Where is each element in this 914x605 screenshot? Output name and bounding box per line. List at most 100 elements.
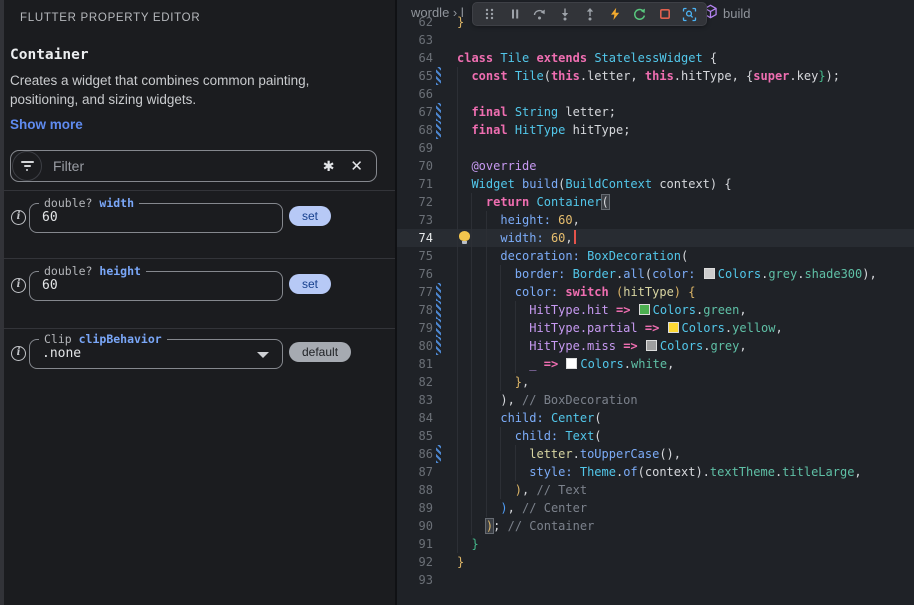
modified-line-marker xyxy=(436,67,441,85)
indent-guide xyxy=(471,409,472,427)
code-line[interactable]: 69 xyxy=(397,139,914,157)
gutter-spacer xyxy=(436,85,441,103)
code-line[interactable]: 83 ), // BoxDecoration xyxy=(397,391,914,409)
pause-icon[interactable] xyxy=(504,4,525,24)
property-value-dropdown[interactable]: Clip clipBehavior.none xyxy=(29,339,283,369)
info-icon[interactable]: i xyxy=(11,210,26,225)
stop-icon[interactable] xyxy=(654,4,675,24)
property-value-input[interactable] xyxy=(42,273,247,299)
token: 60 xyxy=(551,231,565,245)
code-line[interactable]: 64class Tile extends StatelessWidget { xyxy=(397,49,914,67)
modified-line-marker xyxy=(436,319,441,337)
code-line[interactable]: 84 child: Center( xyxy=(397,409,914,427)
info-icon[interactable]: i xyxy=(11,278,26,293)
token: . xyxy=(624,357,631,371)
code-text: decoration: BoxDecoration( xyxy=(457,247,914,265)
code-line[interactable]: 79 HitType.partial => Colors.yellow, xyxy=(397,319,914,337)
token: extends xyxy=(537,51,588,65)
indent-guide xyxy=(471,391,472,409)
token: String xyxy=(515,105,558,119)
code-line[interactable]: 93 xyxy=(397,571,914,589)
indent-guide xyxy=(471,355,472,373)
info-icon[interactable]: i xyxy=(11,346,26,361)
code-line[interactable]: 88 ), // Text xyxy=(397,481,914,499)
step-over-icon[interactable] xyxy=(529,4,550,24)
code-line[interactable]: 65 const Tile(this.letter, this.hitType,… xyxy=(397,67,914,85)
token xyxy=(609,303,616,317)
code-line[interactable]: 78 HitType.hit => Colors.green, xyxy=(397,301,914,319)
restart-icon[interactable] xyxy=(629,4,650,24)
code-line[interactable]: 67 final String letter; xyxy=(397,103,914,121)
indent-guide xyxy=(457,463,458,481)
clear-filter-icon[interactable]: ✕ xyxy=(350,157,363,175)
code-line[interactable]: 68 final HitType hitType; xyxy=(397,121,914,139)
token: // Center xyxy=(522,501,587,515)
token: Theme xyxy=(580,465,616,479)
code-line[interactable]: 75 decoration: BoxDecoration( xyxy=(397,247,914,265)
hot-reload-bolt-icon[interactable] xyxy=(604,4,625,24)
property-value-field[interactable]: double? width xyxy=(29,203,283,233)
grip-icon[interactable] xyxy=(479,4,500,24)
code-area[interactable]: 62}6364class Tile extends StatelessWidge… xyxy=(397,13,914,589)
modified-line-marker xyxy=(436,301,441,319)
indent-guide xyxy=(486,391,487,409)
token xyxy=(544,411,551,425)
token xyxy=(544,231,551,245)
code-line[interactable]: 86 letter.toUpperCase(), xyxy=(397,445,914,463)
code-line[interactable]: 92} xyxy=(397,553,914,571)
indent-guide xyxy=(515,301,516,319)
code-line[interactable]: 91 } xyxy=(397,535,914,553)
token: titleLarge xyxy=(782,465,854,479)
token: context) { xyxy=(652,177,731,191)
breadcrumb-path[interactable]: wordle › l xyxy=(411,5,464,20)
code-line[interactable]: 80 HitType.miss => Colors.grey, xyxy=(397,337,914,355)
line-number: 66 xyxy=(397,85,433,103)
indent-guide xyxy=(457,499,458,517)
indent-guide xyxy=(471,517,472,535)
filter-icon-button[interactable] xyxy=(12,151,42,181)
set-button[interactable]: set xyxy=(289,206,331,226)
widget-inspector-icon[interactable] xyxy=(679,4,700,24)
code-line[interactable]: 90 ); // Container xyxy=(397,517,914,535)
code-line[interactable]: 63 xyxy=(397,31,914,49)
code-line[interactable]: 77 color: switch (hitType) { xyxy=(397,283,914,301)
gutter-spacer xyxy=(436,139,441,157)
code-line[interactable]: 85 child: Text( xyxy=(397,427,914,445)
code-line[interactable]: 71 Widget build(BuildContext context) { xyxy=(397,175,914,193)
chevron-down-icon[interactable] xyxy=(257,352,269,358)
code-line[interactable]: 82 }, xyxy=(397,373,914,391)
step-out-icon[interactable] xyxy=(579,4,600,24)
token: , xyxy=(573,213,580,227)
lightbulb-icon[interactable] xyxy=(459,231,470,241)
token: ) xyxy=(515,483,522,497)
code-line[interactable]: 66 xyxy=(397,85,914,103)
code-line[interactable]: 89 ), // Center xyxy=(397,499,914,517)
code-line[interactable]: 72 return Container( xyxy=(397,193,914,211)
default-button[interactable]: default xyxy=(289,342,351,362)
token: grey xyxy=(768,267,797,281)
modified-line-marker xyxy=(436,121,441,139)
code-line[interactable]: 73 height: 60, xyxy=(397,211,914,229)
indent-guide xyxy=(500,427,501,445)
property-value-input[interactable] xyxy=(42,205,247,231)
code-line[interactable]: 70 @override xyxy=(397,157,914,175)
set-button[interactable]: set xyxy=(289,274,331,294)
step-into-icon[interactable] xyxy=(554,4,575,24)
match-case-icon[interactable]: ✱ xyxy=(323,158,335,175)
code-line[interactable]: 87 style: Theme.of(context).textTheme.ti… xyxy=(397,463,914,481)
token: , xyxy=(667,357,674,371)
property-value-field[interactable]: double? height xyxy=(29,271,283,301)
breadcrumb-method[interactable]: build xyxy=(723,6,750,21)
indent-guide xyxy=(500,355,501,373)
filter-input[interactable] xyxy=(42,157,323,175)
code-line[interactable]: 81 _ => Colors.white, xyxy=(397,355,914,373)
code-text: HitType.partial => Colors.yellow, xyxy=(457,319,914,337)
indent-guide xyxy=(486,355,487,373)
show-more-link[interactable]: Show more xyxy=(10,117,83,132)
gutter-spacer xyxy=(436,355,441,373)
code-line[interactable]: 76 border: Border.all(color: Colors.grey… xyxy=(397,265,914,283)
indent-guide xyxy=(500,463,501,481)
token: Container xyxy=(537,195,602,209)
token: , xyxy=(522,483,536,497)
code-line[interactable]: 74 width: 60, xyxy=(397,229,914,247)
